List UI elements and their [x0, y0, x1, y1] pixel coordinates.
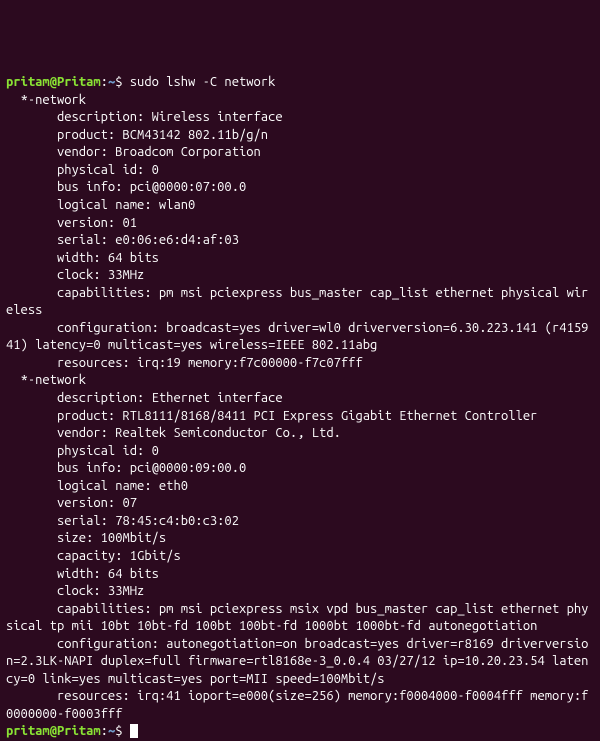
net1-vendor: vendor: Broadcom Corporation	[6, 145, 261, 159]
prompt-host-2: Pritam	[57, 724, 101, 738]
net1-width: width: 64 bits	[6, 251, 159, 265]
net2-capacity: capacity: 1Gbit/s	[6, 549, 181, 563]
net2-resources: resources: irq:41 ioport=e000(size=256) …	[6, 689, 588, 721]
net2-width: width: 64 bits	[6, 567, 159, 581]
net1-bus-info: bus info: pci@0000:07:00.0	[6, 180, 246, 194]
net1-clock: clock: 33MHz	[6, 268, 144, 282]
net2-vendor: vendor: Realtek Semiconductor Co., Ltd.	[6, 426, 341, 440]
net2-configuration: configuration: autonegotiation=on broadc…	[6, 637, 588, 686]
net2-size: size: 100Mbit/s	[6, 531, 166, 545]
net2-product: product: RTL8111/8168/8411 PCI Express G…	[6, 409, 537, 423]
net1-description: description: Wireless interface	[6, 110, 283, 124]
net1-capabilities: capabilities: pm msi pciexpress bus_mast…	[6, 286, 588, 318]
prompt-at-2: @	[50, 724, 57, 738]
terminal-cursor[interactable]	[130, 724, 138, 738]
net2-description: description: Ethernet interface	[6, 391, 283, 405]
net2-physical-id: physical id: 0	[6, 444, 159, 458]
net1-serial: serial: e0:06:e6:d4:af:03	[6, 233, 239, 247]
prompt-symbol: $	[115, 75, 122, 89]
prompt-symbol-2: $	[115, 724, 122, 738]
net2-clock: clock: 33MHz	[6, 584, 144, 598]
net2-logical-name: logical name: eth0	[6, 479, 188, 493]
command-input[interactable]: sudo lshw -C network	[130, 75, 276, 89]
net1-product: product: BCM43142 802.11b/g/n	[6, 128, 268, 142]
net2-bus-info: bus info: pci@0000:09:00.0	[6, 461, 246, 475]
net1-logical-name: logical name: wlan0	[6, 198, 195, 212]
net2-header: *-network	[6, 373, 86, 387]
prompt-at: @	[50, 75, 57, 89]
net2-serial: serial: 78:45:c4:b0:c3:02	[6, 514, 239, 528]
prompt-path-2: ~	[108, 724, 115, 738]
net1-configuration: configuration: broadcast=yes driver=wl0 …	[6, 321, 588, 353]
prompt-colon-2: :	[101, 724, 108, 738]
net1-version: version: 01	[6, 216, 137, 230]
net1-resources: resources: irq:19 memory:f7c00000-f7c07f…	[6, 356, 363, 370]
prompt-user-2: pritam	[6, 724, 50, 738]
net2-version: version: 07	[6, 496, 137, 510]
prompt-user: pritam	[6, 75, 50, 89]
net2-capabilities: capabilities: pm msi pciexpress msix vpd…	[6, 602, 588, 634]
prompt-colon: :	[101, 75, 108, 89]
prompt-host: Pritam	[57, 75, 101, 89]
net1-header: *-network	[6, 93, 86, 107]
net1-physical-id: physical id: 0	[6, 163, 159, 177]
